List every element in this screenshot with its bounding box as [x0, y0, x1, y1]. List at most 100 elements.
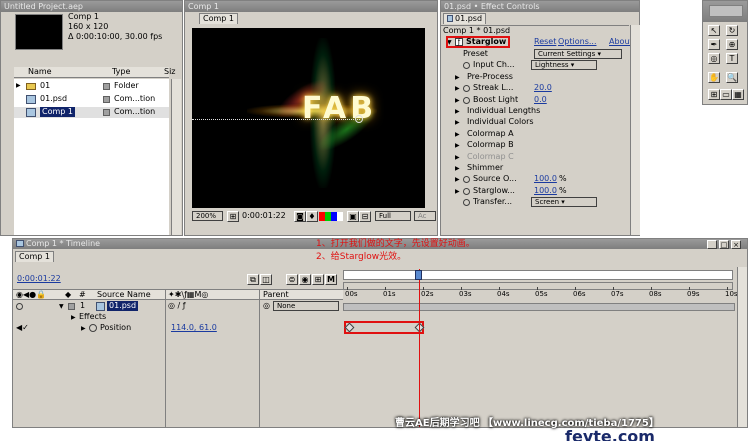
effect-param-row[interactable]: Preset Current Settings ▾	[441, 49, 629, 60]
effect-param-row[interactable]: ▶ Boost Light 0.0	[441, 95, 629, 106]
col-size-header[interactable]: Siz	[164, 67, 176, 77]
brainstorm-icon[interactable]: ⊞	[312, 274, 324, 285]
title-safe-icon[interactable]: ⊞	[227, 211, 239, 222]
source-name-header[interactable]: Source Name	[97, 290, 151, 300]
rotation-tool-icon[interactable]: ↻	[726, 25, 738, 36]
stopwatch-icon[interactable]	[463, 96, 470, 104]
param-expand-arrow-icon[interactable]: ▶	[455, 130, 460, 140]
param-expand-arrow-icon[interactable]: ▶	[455, 187, 460, 197]
reset-link[interactable]: Reset	[534, 37, 556, 47]
col-type-header[interactable]: Type	[112, 67, 130, 77]
stopwatch-icon[interactable]	[463, 187, 470, 195]
show-snapshot-icon[interactable]: ♦	[306, 211, 318, 222]
comp-canvas[interactable]: FAB	[192, 28, 425, 208]
stopwatch-icon[interactable]	[463, 199, 470, 207]
brush-tool-icon[interactable]: ▦	[732, 89, 744, 100]
tab-effect-controls[interactable]: 01.psd	[443, 13, 487, 24]
orbit-camera-tool-icon[interactable]: ◎	[708, 53, 720, 64]
layer-row[interactable]: ▼ 1 01.psd ◎ / ƒ ◎ None	[13, 301, 343, 312]
effect-param-row[interactable]: ▶ Shimmer	[441, 163, 629, 174]
zoom-dropdown[interactable]: 200%	[192, 211, 223, 221]
effects-row[interactable]: ▶ Effects	[13, 312, 343, 323]
effect-param-row[interactable]: ▶ Colormap A	[441, 129, 629, 140]
frame-blend-icon[interactable]: ⊜	[286, 274, 298, 285]
motion-blur-icon[interactable]: ◉	[299, 274, 311, 285]
list-item-selected[interactable]: Comp 1 Com...tion	[14, 107, 169, 118]
param-dropdown[interactable]: Lightness ▾	[531, 60, 597, 71]
effect-param-row[interactable]: ▶ Individual Lengths	[441, 106, 629, 117]
param-expand-arrow-icon[interactable]: ▶	[455, 164, 460, 174]
param-dropdown[interactable]: Screen ▾	[531, 197, 597, 208]
parent-header[interactable]: Parent	[263, 290, 289, 300]
track-area[interactable]	[343, 301, 735, 427]
stopwatch-icon[interactable]	[89, 324, 97, 332]
effect-param-row[interactable]: ▶ Colormap C	[441, 152, 629, 163]
tab-timeline-comp-1[interactable]: Comp 1	[15, 251, 54, 262]
minimize-button[interactable]: _	[707, 240, 717, 249]
draft3d-icon[interactable]: ◫	[260, 274, 272, 285]
timeline-scrollbar[interactable]	[737, 267, 747, 427]
position-expand-arrow-icon[interactable]: ▶	[81, 324, 86, 334]
layer-expand-arrow-icon[interactable]: ▼	[59, 302, 64, 312]
time-ruler[interactable]: 00s 01s 02s 03s 04s 05s 06s 07s 08s 09s 10s	[343, 287, 738, 301]
current-time-indicator-head[interactable]	[415, 270, 423, 280]
stopwatch-icon[interactable]	[463, 62, 470, 70]
color-channel-icon[interactable]	[319, 212, 343, 221]
effect-param-row[interactable]: ▶ Starglow... 100.0%	[441, 186, 629, 197]
selection-tool-icon[interactable]: ↖	[708, 25, 720, 36]
pan-behind-tool-icon[interactable]: ⊞	[708, 89, 720, 100]
effect-param-row[interactable]: ▶ Source O... 100.0%	[441, 174, 629, 185]
comp-marker-icon[interactable]: ⧉	[247, 274, 259, 285]
position-value[interactable]: 114.0, 61.0	[171, 323, 217, 333]
position-row[interactable]: ◀✓ ▶ Position 114.0, 61.0	[13, 323, 343, 334]
timeline-timecode[interactable]: 0:00:01:22	[17, 274, 61, 284]
tab-comp-1[interactable]: Comp 1	[199, 13, 238, 24]
effect-param-row[interactable]: ▶ Streak L... 20.0	[441, 83, 629, 94]
pen-tool-icon[interactable]: ✒	[708, 39, 720, 50]
param-value[interactable]: 100.0	[534, 174, 557, 184]
stopwatch-icon[interactable]	[463, 176, 470, 184]
comp-scroll-right[interactable]	[427, 28, 437, 208]
list-item[interactable]: ▶ 01 Folder	[14, 81, 169, 92]
param-expand-arrow-icon[interactable]: ▶	[455, 141, 460, 151]
param-dropdown[interactable]: Current Settings ▾	[534, 49, 622, 59]
maximize-button[interactable]: □	[719, 240, 729, 249]
param-expand-arrow-icon[interactable]: ▶	[455, 73, 460, 83]
camera-view-dropdown[interactable]: Ac	[414, 211, 436, 221]
effects-expand-arrow-icon[interactable]: ▶	[71, 313, 76, 323]
effect-param-row[interactable]: Transfer... Screen ▾	[441, 197, 629, 208]
zoom-tool-icon[interactable]: ⊕	[726, 39, 738, 50]
layer-name[interactable]: 01.psd	[107, 301, 139, 311]
list-item[interactable]: 01.psd Com...tion	[14, 94, 169, 105]
region-of-interest-icon[interactable]: ▣	[347, 211, 359, 222]
mask-tool-icon[interactable]: ▭	[720, 89, 732, 100]
parent-dropdown[interactable]: None	[273, 301, 339, 311]
close-button[interactable]: ×	[731, 240, 741, 249]
layer-duration-bar[interactable]	[343, 303, 735, 311]
resolution-dropdown[interactable]: Full	[375, 211, 411, 221]
transparency-grid-icon[interactable]: ⊟	[359, 211, 371, 222]
options-link[interactable]: Options...	[558, 37, 597, 47]
keyframe-nav-icon[interactable]: ◀✓	[16, 323, 29, 333]
expand-arrow-icon[interactable]: ▶	[16, 81, 21, 91]
param-value[interactable]: 0.0	[534, 95, 547, 105]
magnify-tool-icon[interactable]: 🔍	[726, 72, 738, 83]
effect-param-row[interactable]: ▶ Pre-Process	[441, 72, 629, 83]
anchor-point-handle[interactable]	[355, 115, 363, 123]
effect-param-row[interactable]: ▶ Colormap B	[441, 140, 629, 151]
param-expand-arrow-icon[interactable]: ▶	[455, 107, 460, 117]
param-expand-arrow-icon[interactable]: ▶	[455, 153, 460, 163]
text-tool-icon[interactable]: T	[726, 53, 738, 64]
param-expand-arrow-icon[interactable]: ▶	[455, 96, 460, 106]
hand-tool-icon[interactable]: ✋	[708, 72, 720, 83]
project-scrollbar[interactable]	[171, 79, 181, 235]
snapshot-camera-icon[interactable]: ◙	[294, 211, 306, 222]
layer-switches-icons[interactable]: ◎ / ƒ	[168, 301, 186, 311]
param-expand-arrow-icon[interactable]: ▶	[455, 118, 460, 128]
graph-editor-icon[interactable]: M	[325, 274, 337, 285]
effect-scrollbar[interactable]	[630, 25, 640, 235]
param-expand-arrow-icon[interactable]: ▶	[455, 175, 460, 185]
param-value[interactable]: 20.0	[534, 83, 552, 93]
effect-param-row[interactable]: Input Ch... Lightness ▾	[441, 60, 629, 71]
parent-pickwhip-icon[interactable]: ◎	[263, 301, 270, 311]
